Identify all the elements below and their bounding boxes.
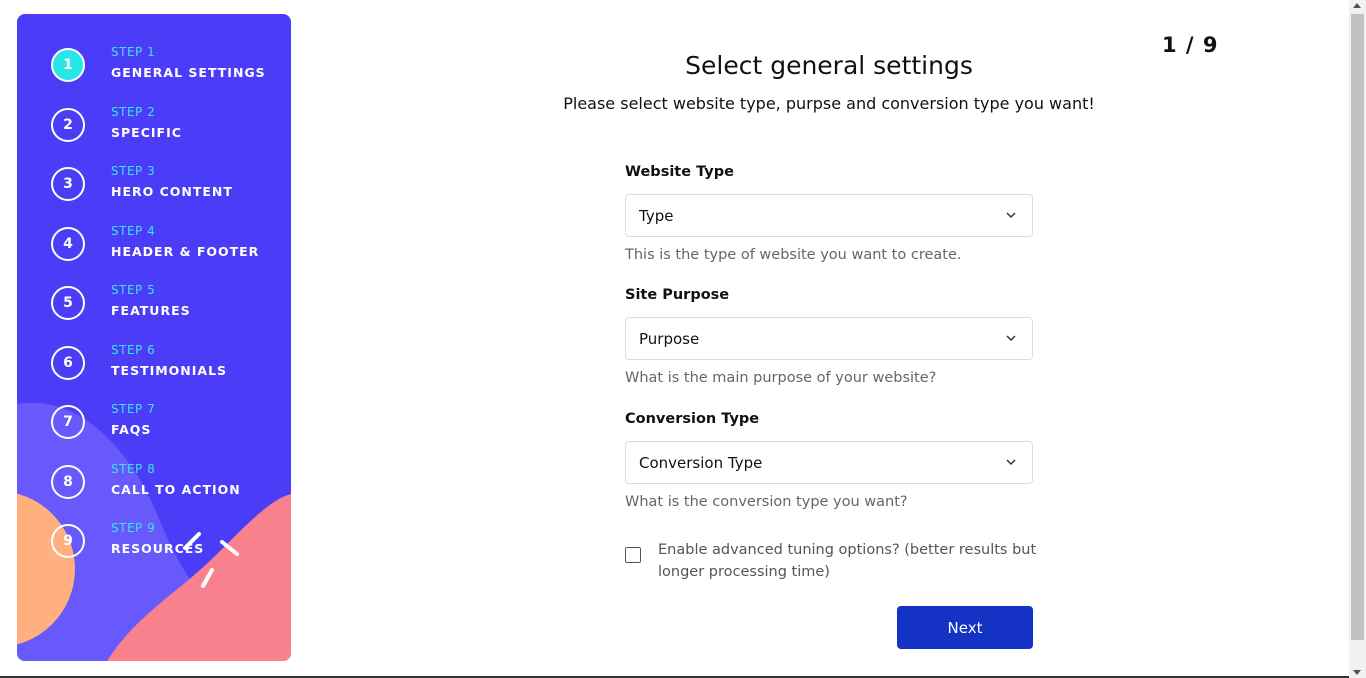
next-button[interactable]: Next <box>897 606 1033 649</box>
step-label: STEP 5 <box>111 283 156 297</box>
step-item-4[interactable]: 4 STEP 4 HEADER & FOOTER <box>17 224 291 275</box>
chevron-down-icon <box>1006 459 1016 466</box>
chevron-down-icon <box>1006 212 1016 219</box>
website-type-select[interactable]: Type <box>625 194 1033 237</box>
site-purpose-label: Site Purpose <box>625 287 730 303</box>
step-number: 8 <box>51 465 85 499</box>
step-label: STEP 7 <box>111 402 156 416</box>
step-number: 1 <box>51 48 85 82</box>
step-label: STEP 4 <box>111 224 156 238</box>
step-title: RESOURCES <box>111 541 205 556</box>
scroll-up-icon[interactable] <box>1353 3 1361 8</box>
page-subtitle: Please select website type, purpse and c… <box>563 94 1095 113</box>
site-purpose-value: Purpose <box>639 330 700 348</box>
step-title: GENERAL SETTINGS <box>111 65 266 80</box>
step-number: 9 <box>51 524 85 558</box>
step-item-1[interactable]: 1 STEP 1 GENERAL SETTINGS <box>17 45 291 96</box>
step-number: 5 <box>51 286 85 320</box>
step-item-2[interactable]: 2 STEP 2 SPECIFIC <box>17 105 291 156</box>
website-type-value: Type <box>639 207 674 225</box>
chevron-down-icon <box>1006 335 1016 342</box>
step-title: TESTIMONIALS <box>111 363 228 378</box>
step-title: CALL TO ACTION <box>111 482 241 497</box>
conversion-type-select[interactable]: Conversion Type <box>625 441 1033 484</box>
step-title: HERO CONTENT <box>111 184 233 199</box>
conversion-type-help: What is the conversion type you want? <box>625 494 908 510</box>
step-label: STEP 6 <box>111 343 156 357</box>
site-purpose-help: What is the main purpose of your website… <box>625 370 937 386</box>
advanced-tuning-label: Enable advanced tuning options? (better … <box>658 542 1037 580</box>
page-title: Select general settings <box>685 51 973 80</box>
step-number: 7 <box>51 405 85 439</box>
step-item-7[interactable]: 7 STEP 7 FAQS <box>17 402 291 453</box>
conversion-type-label: Conversion Type <box>625 411 760 427</box>
step-number: 6 <box>51 346 85 380</box>
step-label: STEP 9 <box>111 521 156 535</box>
step-title: SPECIFIC <box>111 125 182 140</box>
step-item-3[interactable]: 3 STEP 3 HERO CONTENT <box>17 164 291 215</box>
step-title: FAQS <box>111 422 152 437</box>
steps-sidebar: 1 STEP 1 GENERAL SETTINGS 2 STEP 2 SPECI… <box>17 14 291 661</box>
step-counter: 1 / 9 <box>1162 33 1219 57</box>
site-purpose-select[interactable]: Purpose <box>625 317 1033 360</box>
step-number: 2 <box>51 108 85 142</box>
step-label: STEP 1 <box>111 45 156 59</box>
step-number: 3 <box>51 167 85 201</box>
conversion-type-value: Conversion Type <box>639 454 763 472</box>
step-number: 4 <box>51 227 85 261</box>
scroll-down-icon[interactable] <box>1353 670 1361 675</box>
vertical-scrollbar[interactable] <box>1349 0 1366 678</box>
step-item-5[interactable]: 5 STEP 5 FEATURES <box>17 283 291 334</box>
step-label: STEP 2 <box>111 105 156 119</box>
step-title: HEADER & FOOTER <box>111 244 260 259</box>
scrollbar-thumb[interactable] <box>1351 14 1364 640</box>
website-type-help: This is the type of website you want to … <box>625 247 962 263</box>
step-item-9[interactable]: 9 STEP 9 RESOURCES <box>17 521 291 572</box>
advanced-tuning-checkbox[interactable] <box>625 547 641 563</box>
step-label: STEP 8 <box>111 462 156 476</box>
step-title: FEATURES <box>111 303 191 318</box>
step-item-8[interactable]: 8 STEP 8 CALL TO ACTION <box>17 462 291 513</box>
step-item-6[interactable]: 6 STEP 6 TESTIMONIALS <box>17 343 291 394</box>
website-type-label: Website Type <box>625 164 734 180</box>
step-label: STEP 3 <box>111 164 156 178</box>
